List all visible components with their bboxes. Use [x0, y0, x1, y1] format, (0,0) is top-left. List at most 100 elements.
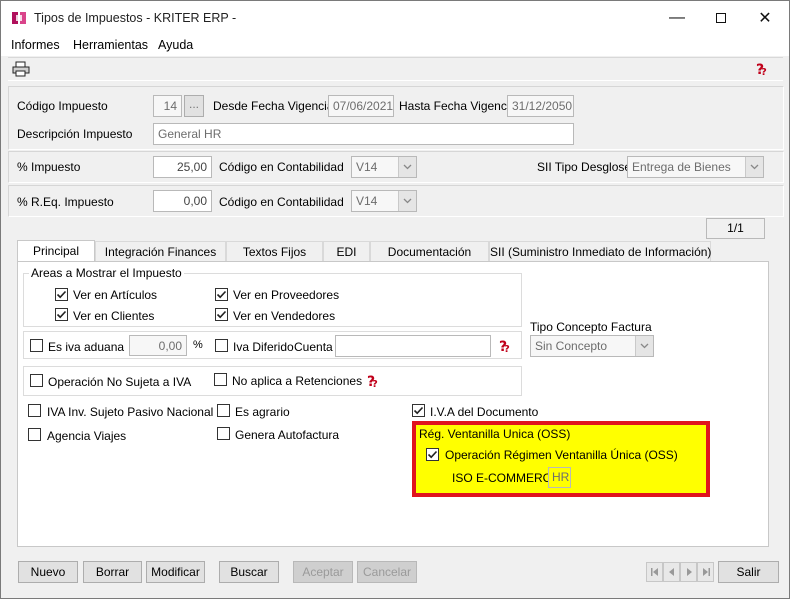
window-title: Tipos de Impuestos - KRITER ERP - [34, 11, 237, 25]
checkmark-icon [427, 450, 438, 459]
last-record-icon [702, 568, 710, 576]
modificar-button[interactable]: Modificar [146, 561, 205, 583]
hasta-label: Hasta Fecha Vigencia [399, 99, 517, 113]
app-icon [12, 12, 26, 24]
desde-label: Desde Fecha Vigencia [213, 99, 334, 113]
tab-textos-fijos[interactable]: Textos Fijos [226, 241, 323, 263]
menu-bar: Informes Herramientas Ayuda [1, 35, 789, 56]
tab-principal[interactable]: Principal [17, 240, 95, 262]
iva-diferido-checkbox[interactable] [215, 339, 228, 352]
es-agrario-checkbox[interactable] [217, 404, 230, 417]
menu-informes[interactable]: Informes [11, 38, 60, 52]
checkmark-icon [216, 310, 227, 319]
codigo-field[interactable]: 14 [153, 95, 182, 117]
aduana-field[interactable]: 0,00 [129, 335, 187, 356]
first-record-icon [650, 568, 658, 576]
iva-diferido-label: Iva Diferido [233, 340, 294, 354]
no-sujeta-checkbox[interactable] [30, 374, 43, 387]
req-label: % R.Eq. Impuesto [17, 195, 114, 209]
chevron-down-icon [398, 157, 416, 177]
pct-label: % Impuesto [17, 160, 81, 174]
cancelar-button[interactable]: Cancelar [357, 561, 417, 583]
maximize-button[interactable] [699, 1, 743, 35]
chevron-down-icon [398, 191, 416, 211]
print-icon[interactable] [12, 61, 30, 77]
first-record-button[interactable] [646, 562, 663, 582]
pct-field[interactable]: 25,00 [153, 156, 212, 178]
prev-record-button[interactable] [663, 562, 680, 582]
no-aplica-ret-label: No aplica a Retenciones [232, 374, 363, 388]
ver-vendedores-checkbox[interactable] [215, 308, 228, 321]
checkmark-icon [216, 290, 227, 299]
no-aplica-ret-checkbox[interactable] [214, 373, 227, 386]
codigo-lookup-button[interactable]: ... [184, 95, 204, 117]
help-icon[interactable]: ? ? [498, 338, 514, 354]
aceptar-button[interactable]: Aceptar [293, 561, 353, 583]
iva-documento-checkbox[interactable] [412, 404, 425, 417]
close-icon: ✕ [758, 10, 772, 27]
tipo-concepto-value: Sin Concepto [535, 339, 608, 353]
chevron-down-icon [635, 336, 653, 356]
oss-operacion-checkbox[interactable] [426, 448, 439, 461]
cuenta-label: Cuenta [294, 340, 333, 354]
ver-proveedores-checkbox[interactable] [215, 288, 228, 301]
svg-text:?: ? [504, 344, 510, 354]
buscar-button[interactable]: Buscar [219, 561, 279, 583]
descripcion-field[interactable]: General HR [153, 123, 574, 145]
cod-contab-combo[interactable]: V14 [351, 156, 417, 178]
svg-text:?: ? [761, 67, 767, 77]
menu-herramientas[interactable]: Herramientas [73, 38, 148, 52]
app-window: Tipos de Impuestos - KRITER ERP - — ✕ In… [0, 0, 790, 599]
prev-record-icon [668, 568, 674, 576]
cod-contab-label: Código en Contabilidad [219, 160, 344, 174]
genera-autofactura-checkbox[interactable] [217, 427, 230, 440]
descripcion-label: Descripción Impuesto [17, 127, 133, 141]
es-agrario-label: Es agrario [235, 405, 290, 419]
ver-proveedores-label: Ver en Proveedores [233, 288, 340, 302]
ver-clientes-checkbox[interactable] [55, 308, 68, 321]
last-record-button[interactable] [697, 562, 714, 582]
minimize-button[interactable]: — [655, 1, 699, 35]
es-iva-aduana-checkbox[interactable] [30, 339, 43, 352]
cod-contab2-label: Código en Contabilidad [219, 195, 344, 209]
hasta-field[interactable]: 31/12/2050 [507, 95, 574, 117]
aduana-value: 0,00 [158, 339, 182, 353]
iva-inv-checkbox[interactable] [28, 404, 41, 417]
tab-edi[interactable]: EDI [323, 241, 370, 263]
tab-integracion-finances[interactable]: Integración Finances [95, 241, 226, 263]
tab-sii[interactable]: SII (Suministro Inmediato de Información… [489, 241, 711, 263]
ver-clientes-label: Ver en Clientes [73, 309, 155, 323]
next-record-icon [686, 568, 692, 576]
sii-combo[interactable]: Entrega de Bienes [627, 156, 764, 178]
svg-text:?: ? [372, 379, 378, 389]
iva-inv-label: IVA Inv. Sujeto Pasivo Nacional [47, 405, 214, 419]
next-record-button[interactable] [680, 562, 697, 582]
tipo-concepto-combo[interactable]: Sin Concepto [530, 335, 654, 357]
tipo-concepto-label: Tipo Concepto Factura [530, 320, 652, 334]
title-bar: Tipos de Impuestos - KRITER ERP - — ✕ [1, 1, 789, 35]
req-field[interactable]: 0,00 [153, 190, 212, 212]
cuenta-field[interactable] [335, 335, 491, 357]
sii-label: SII Tipo Desglose [537, 160, 632, 174]
pct-symbol: % [193, 339, 203, 351]
salir-button[interactable]: Salir [718, 561, 779, 583]
cod-contab2-combo[interactable]: V14 [351, 190, 417, 212]
iso-field[interactable]: HR [548, 467, 571, 488]
chevron-down-icon [745, 157, 763, 177]
sii-value: Entrega de Bienes [632, 160, 731, 174]
maximize-icon [716, 13, 726, 23]
tab-documentacion[interactable]: Documentación [370, 241, 489, 263]
iso-label: ISO E-COMMERCE [452, 471, 560, 485]
toolbar: ? ? [8, 57, 783, 81]
ver-vendedores-label: Ver en Vendedores [233, 309, 336, 323]
nuevo-button[interactable]: Nuevo [18, 561, 78, 583]
agencia-viajes-checkbox[interactable] [28, 428, 41, 441]
desde-field[interactable]: 07/06/2021 [328, 95, 394, 117]
help-icon[interactable]: ? ? [755, 61, 771, 77]
close-button[interactable]: ✕ [743, 1, 787, 35]
ver-articulos-checkbox[interactable] [55, 288, 68, 301]
help-icon[interactable]: ? ? [366, 373, 382, 389]
borrar-button[interactable]: Borrar [83, 561, 142, 583]
menu-ayuda[interactable]: Ayuda [158, 38, 193, 52]
genera-autofactura-label: Genera Autofactura [235, 428, 340, 442]
